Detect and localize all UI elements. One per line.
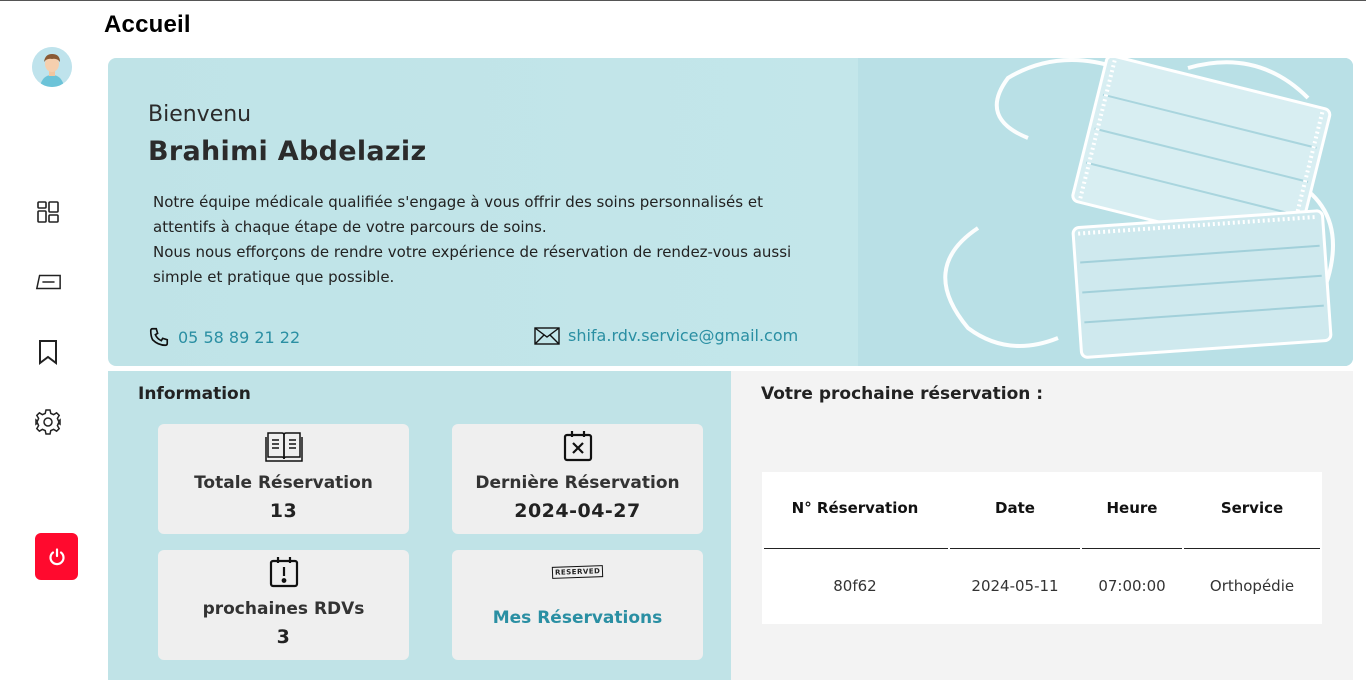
- card-label: prochaines RDVs: [202, 599, 365, 619]
- bookmark-icon[interactable]: [34, 338, 62, 366]
- header-divider: [950, 548, 1080, 549]
- phone-contact[interactable]: 05 58 89 21 22: [148, 326, 300, 348]
- welcome-text-line: simple et pratique que possible.: [153, 268, 395, 286]
- user-name: Brahimi Abdelaziz: [148, 136, 427, 167]
- upcoming-appointments-card: prochaines RDVs 3: [158, 550, 409, 660]
- my-reservations-card[interactable]: RESERVED Mes Réservations: [452, 550, 703, 660]
- card-value: 2024-04-27: [514, 500, 641, 522]
- greeting: Bienvenu: [148, 102, 252, 127]
- reserved-stamp-text: RESERVED: [554, 567, 601, 577]
- column-header: Service: [1220, 499, 1284, 517]
- information-panel: Information Totale Réservation 13 Derniè…: [108, 371, 731, 680]
- table-cell: Orthopédie: [1209, 577, 1295, 595]
- page-title: Accueil: [104, 11, 191, 38]
- reservation-table: N° Réservation Date Heure Service 80f62 …: [762, 472, 1322, 624]
- power-icon: [48, 547, 65, 565]
- welcome-banner: Bienvenu Brahimi Abdelaziz Notre équipe …: [108, 58, 1353, 366]
- mail-icon: [534, 326, 560, 345]
- welcome-text-line: Notre équipe médicale qualifiée s'engage…: [153, 193, 763, 211]
- dashboard-icon[interactable]: [34, 198, 62, 226]
- logout-button[interactable]: [35, 533, 78, 580]
- total-reservations-card: Totale Réservation 13: [158, 424, 409, 534]
- table-cell: 80f62: [833, 577, 877, 595]
- phone-icon: [149, 327, 169, 347]
- card-value: 13: [269, 500, 298, 522]
- card-label: Dernière Réservation: [475, 473, 680, 493]
- book-icon: [264, 432, 303, 462]
- column-header: Date: [995, 499, 1035, 517]
- table-cell: 07:00:00: [1098, 577, 1166, 595]
- card-value: 3: [276, 626, 291, 648]
- my-reservations-link[interactable]: Mes Réservations: [452, 608, 703, 628]
- welcome-text-line: attentifs à chaque étape de votre parcou…: [153, 218, 547, 236]
- column-header: N° Réservation: [791, 499, 919, 517]
- header-divider: [764, 548, 948, 549]
- table-cell: 2024-05-11: [971, 577, 1059, 595]
- next-reservation-panel: Votre prochaine réservation : N° Réserva…: [731, 371, 1353, 680]
- information-title: Information: [138, 384, 251, 404]
- next-reservation-title: Votre prochaine réservation :: [761, 384, 1044, 404]
- sidebar: [0, 1, 96, 680]
- face-masks-image: [858, 58, 1353, 366]
- reserved-stamp-icon: RESERVED: [551, 565, 604, 579]
- last-reservation-card: Dernière Réservation 2024-04-27: [452, 424, 703, 534]
- email-address: shifa.rdv.service@gmail.com: [568, 326, 799, 345]
- column-header: Heure: [1106, 499, 1158, 517]
- email-contact[interactable]: shifa.rdv.service@gmail.com: [534, 326, 798, 345]
- phone-number: 05 58 89 21 22: [178, 327, 301, 347]
- welcome-text-line: Nous nous efforçons de rendre votre expé…: [153, 243, 792, 261]
- user-avatar[interactable]: [32, 47, 72, 87]
- card-label: Totale Réservation: [194, 473, 373, 493]
- gear-icon[interactable]: [34, 408, 62, 436]
- header-divider: [1184, 548, 1320, 549]
- welcome-text: Notre équipe médicale qualifiée s'engage…: [153, 190, 853, 290]
- header-divider: [1082, 548, 1182, 549]
- calendar-x-icon: [563, 431, 592, 462]
- ticket-icon[interactable]: [34, 268, 62, 296]
- calendar-alert-icon: [269, 557, 298, 588]
